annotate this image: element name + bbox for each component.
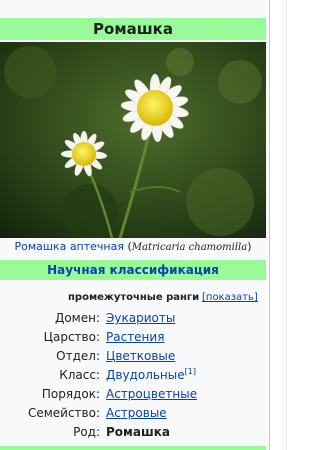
taxonomy-row: Семейство: Астровые bbox=[0, 404, 266, 423]
show-ranks-toggle[interactable]: [показать] bbox=[202, 290, 258, 306]
intermediate-ranks-label: промежуточные ранги bbox=[68, 292, 200, 303]
caption-latin-close: ) bbox=[247, 240, 252, 253]
current-genus: Ромашка bbox=[106, 425, 170, 439]
rank-value-link[interactable]: Двудольные bbox=[106, 368, 185, 382]
reference-note[interactable]: [1] bbox=[185, 367, 196, 376]
rank-value-wrap: Двудольные[1] bbox=[106, 366, 196, 385]
taxonomy-row: Царство: Растения bbox=[0, 328, 266, 347]
rank-label: Класс: bbox=[59, 368, 100, 382]
rank-label: Порядок: bbox=[41, 387, 100, 401]
caption-latin-open: ( bbox=[123, 240, 132, 253]
taxonomy-row: Класс: Двудольные[1] bbox=[0, 366, 266, 385]
caption-link[interactable]: Ромашка аптечная bbox=[14, 240, 124, 253]
taxonomy-row: Род: Ромашка bbox=[0, 423, 266, 442]
rank-value-link[interactable]: Астровые bbox=[106, 404, 167, 423]
taxobox: Ромашка Ромашка аптечная (Matricaria cha… bbox=[0, 0, 270, 450]
rank-label: Царство: bbox=[43, 330, 100, 344]
chamomile-photo[interactable] bbox=[0, 42, 266, 238]
intermediate-ranks-row: промежуточные ранги [показать] bbox=[0, 290, 266, 306]
chamomile-image bbox=[0, 42, 266, 238]
page-edge bbox=[286, 0, 303, 450]
taxonomy-row: Порядок: Астроцветные bbox=[0, 385, 266, 404]
rank-value-link[interactable]: Растения bbox=[106, 328, 164, 347]
rank-label: Отдел: bbox=[56, 349, 100, 363]
taxonomy-row: Домен: Эукариоты bbox=[0, 309, 266, 328]
rank-label: Домен: bbox=[54, 311, 100, 325]
rank-value-link[interactable]: Цветковые bbox=[106, 347, 175, 366]
image-caption: Ромашка аптечная (Matricaria chamomilla) bbox=[0, 238, 266, 256]
infobox-title: Ромашка bbox=[0, 18, 266, 40]
caption-latin-name: Matricaria chamomilla bbox=[131, 242, 248, 253]
rank-value-link[interactable]: Эукариоты bbox=[106, 309, 175, 328]
classification-header[interactable]: Научная классификация bbox=[0, 260, 266, 280]
taxonomy-row: Отдел: Цветковые bbox=[0, 347, 266, 366]
rank-value-link[interactable]: Астроцветные bbox=[106, 385, 197, 404]
bottom-divider bbox=[0, 446, 266, 450]
rank-label: Семейство: bbox=[27, 406, 100, 420]
rank-label: Род: bbox=[73, 425, 100, 439]
